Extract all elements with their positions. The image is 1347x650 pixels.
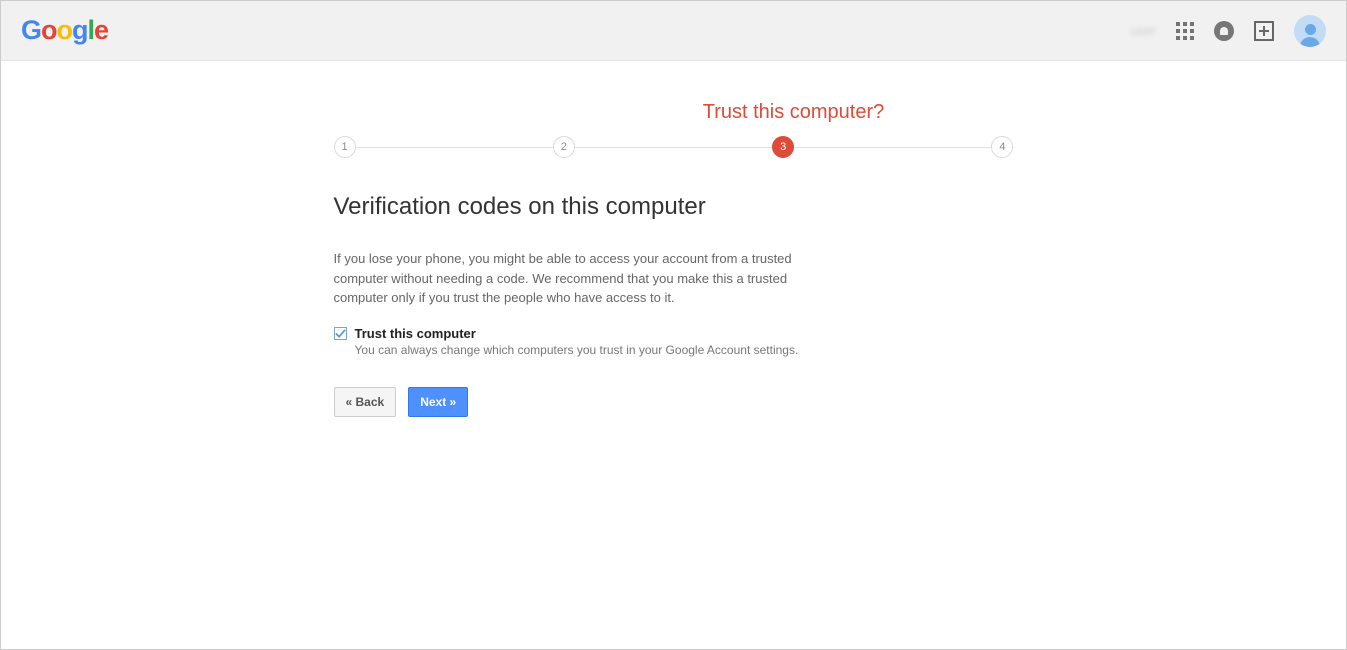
stepper: 1 2 3 4: [334, 136, 1014, 158]
account-label: user: [1131, 23, 1156, 38]
step-node-4: 4: [991, 136, 1013, 158]
share-plus-icon[interactable]: [1254, 21, 1274, 41]
apps-icon[interactable]: [1176, 22, 1194, 40]
trust-checkbox-row: Trust this computer You can always chang…: [334, 326, 1014, 357]
google-logo[interactable]: Google: [21, 15, 108, 46]
checkmark-icon: [335, 328, 346, 339]
trust-checkbox-label: Trust this computer: [355, 326, 799, 341]
step-title: Trust this computer?: [574, 101, 1014, 124]
notifications-icon[interactable]: [1214, 21, 1234, 41]
button-row: « Back Next »: [334, 387, 1014, 417]
back-button[interactable]: « Back: [334, 387, 397, 417]
step-node-3: 3: [772, 136, 794, 158]
app-header: Google user: [1, 1, 1346, 61]
trust-checkbox-sublabel: You can always change which computers yo…: [355, 343, 799, 357]
next-button[interactable]: Next »: [408, 387, 468, 417]
main-content: Trust this computer? 1 2 3 4 Verificatio…: [324, 101, 1024, 417]
description-text: If you lose your phone, you might be abl…: [334, 249, 804, 308]
step-node-1: 1: [334, 136, 356, 158]
step-node-2: 2: [553, 136, 575, 158]
trust-checkbox[interactable]: [334, 327, 347, 340]
page-heading: Verification codes on this computer: [334, 193, 1014, 221]
avatar[interactable]: [1294, 15, 1326, 47]
header-right: user: [1131, 15, 1326, 47]
